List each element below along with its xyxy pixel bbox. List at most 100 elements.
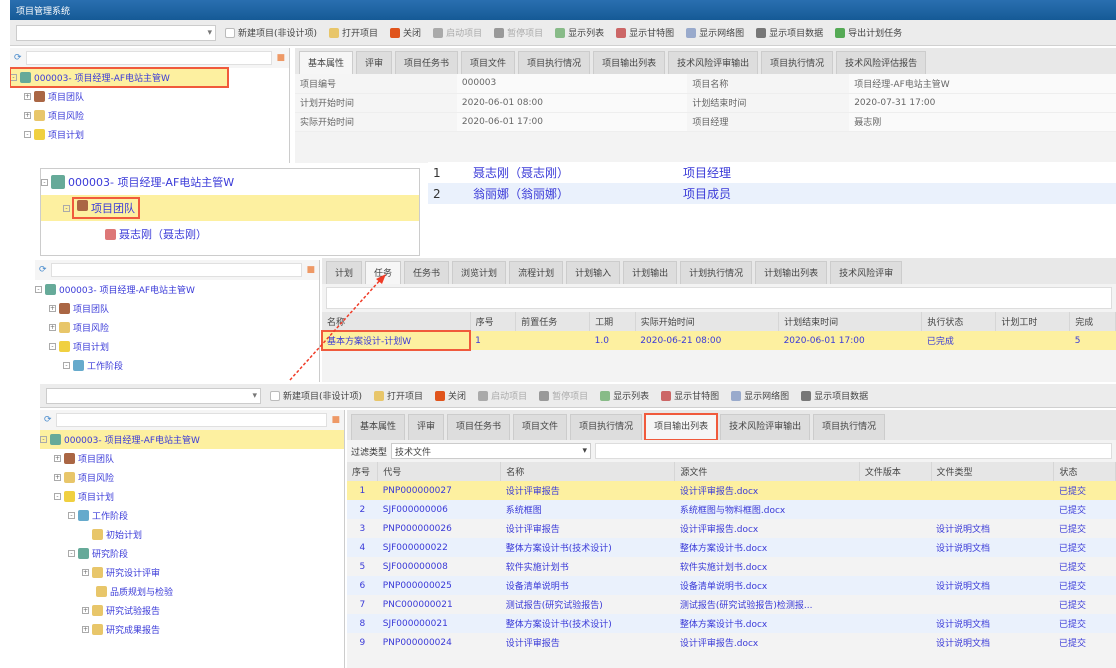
doc-cell: 软件实施计划书.docx [679,563,768,573]
doc-cell: 3 [359,523,366,534]
doc-table: 序号 代号 名称 源文件 文件版本 文件类型 状态 1 PNP000000027 设计评审报告设… [347,462,1116,652]
doc-cell: 设计说明文档 [931,576,1054,595]
doc-cell: 整体方案设计书.docx [674,538,860,557]
doc-cell: 已提交 [1058,525,1086,535]
doc-row[interactable]: 4 SJF000000022 整体方案设计书(技术设计) 整体方案设计书.docx 设计… [347,538,1116,557]
doc-cell: 已提交 [1058,639,1086,649]
filter-input[interactable] [595,443,1112,459]
doc-cell: 设计说明文档 [931,538,1054,557]
filter-type-select[interactable]: 技术文件 ▾ [391,443,592,459]
show-data-button[interactable]: 显示项目数据 [798,388,871,403]
start-project-button[interactable]: 启动项目 [475,388,530,403]
column-header[interactable]: 代号 [377,462,502,481]
doc-cell: 系统框图与物料框图.docx [674,500,860,519]
doc-cell: 1 [347,481,378,500]
column-header[interactable]: 序号 [347,462,379,481]
tab-execution[interactable]: 项目执行情况 [570,414,643,440]
doc-row[interactable]: 3 PNP000000026 设计评审报告 设计评审报告.docx 设计说明文档 已提交 [347,519,1116,538]
doc-row[interactable]: 9 PNP000000024 设计评审报告 设计评审报告.docx 设计说明文档 已提交 [347,633,1116,652]
doc-row[interactable]: 2 SJF000000006 系统框图 系统框图与物料框图.docx 已提交 [347,500,1116,519]
doc-row[interactable]: 6 PNP000000025 设备清单说明书 设备清单说明书.docx 设计说明文档 已提… [347,576,1116,595]
tab-risk-review[interactable]: 技术风险评审输出 [720,414,811,440]
tab-review[interactable]: 评审 [408,414,445,440]
doc-cell: 设计说明文档 [936,525,991,535]
column-header[interactable]: 状态 [1053,462,1116,481]
bottom-toolbar: ▾ 新建项目(非设计项) 打开项目 关闭 启动项目 暂停项目 显示列表 显示甘特… [40,384,1116,408]
close-button[interactable]: 关闭 [432,388,469,403]
tree-node-quality[interactable]: 品质规划与检验 [40,582,344,601]
tab-outputs[interactable]: 项目输出列表 [644,413,719,440]
refresh-icon[interactable]: ⟳ [44,415,52,425]
doc-row[interactable]: 8 SJF000000021 整体方案设计书(技术设计) 整体方案设计书.docx 设计… [347,614,1116,633]
doc-cell: 整体方案设计书(技术设计) [500,614,675,633]
doc-cell: 2 [347,500,378,519]
filter-bar: 过滤类型 技术文件 ▾ [347,440,1116,462]
tree-node-risk[interactable]: + 项目风险 [40,468,344,487]
bottom-tree: ⟳ ■ -000003- 项目经理-AF电站主管W + 项目团队 + 项目风险 - 项目… [40,410,345,668]
doc-cell: PNP000000027 [377,481,501,500]
doc-cell: 设计评审报告.docx [674,481,860,500]
clear-icon[interactable]: ■ [331,415,340,425]
tree-node-stage[interactable]: - 工作阶段 [40,506,344,525]
doc-row[interactable]: 1 PNP000000027 设计评审报告 设计评审报告.docx 已提交 [347,481,1116,500]
tree-node-team[interactable]: + 项目团队 [40,449,344,468]
doc-cell [931,595,1054,614]
pause-project-button[interactable]: 暂停项目 [536,388,591,403]
doc-cell: SJF000000022 [377,538,501,557]
doc-cell [859,633,931,652]
tree-node-plan[interactable]: - 项目计划 [40,487,344,506]
doc-cell [859,538,932,557]
open-project-button[interactable]: 打开项目 [371,388,426,403]
doc-cell: 软件实施计划书 [505,563,569,573]
tree-node-research[interactable]: - 研究阶段 [40,544,344,563]
doc-cell: PNP000000025 [377,576,501,595]
doc-cell: PNP000000024 [382,637,452,648]
tab-execution-2[interactable]: 项目执行情况 [813,414,886,440]
doc-cell: 已提交 [1058,601,1086,611]
column-header[interactable]: 名称 [500,462,676,481]
tree-node-result-report[interactable]: + 研究成果报告 [40,620,344,639]
column-header[interactable]: 文件版本 [859,462,932,481]
new-project-button[interactable]: 新建项目(非设计项) [267,388,365,403]
project-combo[interactable]: ▾ [46,387,261,404]
doc-cell: SJF000000006 [377,500,501,519]
doc-cell [931,557,1054,576]
bottom-detail: 基本属性 评审 项目任务书 项目文件 项目执行情况 项目输出列表 技术风险评审输出 项目执行情… [347,410,1116,668]
doc-cell [859,576,932,595]
tab-files[interactable]: 项目文件 [513,414,568,440]
tree-node-test-report[interactable]: + 研究试验报告 [40,601,344,620]
doc-row[interactable]: 5 SJF000000008 软件实施计划书 软件实施计划书.docx 已提交 [347,557,1116,576]
doc-cell: 设计说明文档 [936,639,991,649]
show-list-button[interactable]: 显示列表 [597,388,652,403]
doc-cell: 已提交 [1058,563,1086,573]
tree-node-initial-plan[interactable]: 初始计划 [40,525,344,544]
column-header[interactable]: 文件类型 [931,462,1055,481]
doc-cell [931,500,1054,519]
show-gantt-button[interactable]: 显示甘特图 [658,388,722,403]
tab-basic[interactable]: 基本属性 [351,414,406,440]
doc-cell: 7 [359,599,366,610]
doc-cell: 设备清单说明书.docx [674,576,860,595]
doc-cell: 设计评审报告 [505,525,560,535]
doc-cell: 设备清单说明书 [500,576,675,595]
doc-cell: 设计说明文档 [931,614,1054,633]
doc-cell: 已提交 [1053,538,1116,557]
doc-cell: PNP000000026 [382,523,452,534]
doc-cell: 测试报告(研究试验报告)检测报... [679,601,813,611]
column-header[interactable]: 源文件 [674,462,860,481]
show-network-button[interactable]: 显示网络图 [728,388,792,403]
doc-cell: 设计评审报告 [505,639,560,649]
doc-cell [859,595,931,614]
tree-node-root[interactable]: -000003- 项目经理-AF电站主管W [40,430,344,449]
doc-cell: 已提交 [1053,481,1116,500]
filter-label: 过滤类型 [351,447,388,458]
doc-cell: 测试报告(研究试验报告) [505,601,603,611]
doc-cell: PNC000000021 [382,599,453,610]
tree-node-design-review[interactable]: + 研究设计评审 [40,563,344,582]
doc-cell [859,500,932,519]
doc-cell: 已提交 [1053,500,1116,519]
doc-cell: 9 [359,637,366,648]
doc-row[interactable]: 7 PNC000000021 测试报告(研究试验报告) 测试报告(研究试验报告)检测报… [347,595,1116,614]
tab-task-book[interactable]: 项目任务书 [447,414,511,440]
tree-search-input[interactable] [55,413,328,427]
